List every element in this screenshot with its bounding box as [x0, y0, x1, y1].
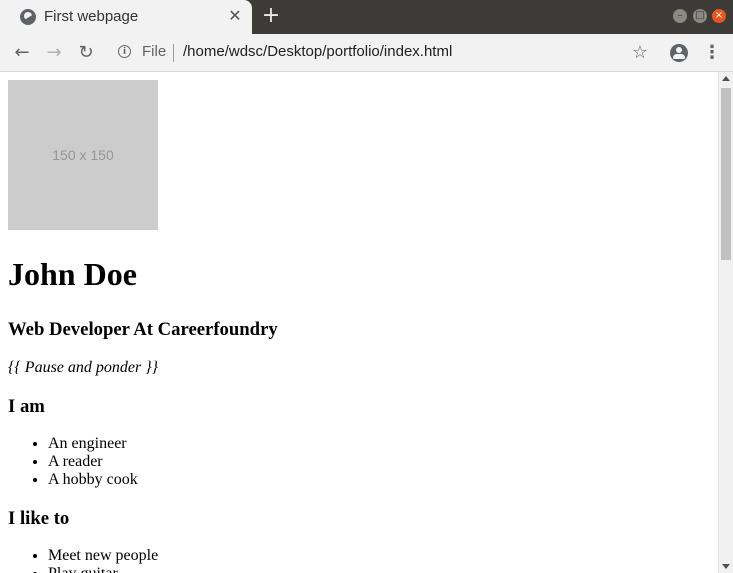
list-item: Play guitar [48, 565, 708, 573]
account-icon[interactable] [670, 44, 688, 62]
profile-image-placeholder: 150 x 150 [8, 80, 158, 230]
scroll-up-arrow-icon[interactable] [722, 76, 730, 81]
reload-icon[interactable]: ↻ [73, 40, 99, 66]
i-like-list: Meet new people Play guitar [8, 547, 708, 573]
page-title: John Doe [8, 256, 137, 292]
list-item: Meet new people [48, 547, 708, 565]
quote-text: {{ Pause and ponder }} [8, 359, 159, 376]
back-arrow-icon[interactable]: ← [9, 40, 35, 66]
scroll-down-arrow-icon[interactable] [722, 564, 730, 569]
maximize-icon[interactable]: □ [693, 9, 707, 23]
url-scheme-label[interactable]: File [142, 43, 166, 60]
forward-arrow-icon[interactable]: → [41, 40, 67, 66]
window-close-icon[interactable]: × [712, 9, 726, 23]
info-icon[interactable]: i [118, 45, 131, 58]
close-icon[interactable]: ✕ [226, 7, 244, 25]
globe-icon [20, 9, 36, 25]
star-icon[interactable]: ☆ [628, 40, 652, 66]
placeholder-label: 150 x 150 [52, 147, 114, 163]
page-content: 150 x 150 John Doe Web Developer At Care… [8, 80, 708, 573]
i-am-list: An engineer A reader A hobby cook [8, 435, 708, 489]
address-bar[interactable]: /home/wdsc/Desktop/portfolio/index.html [183, 43, 452, 60]
scrollbar-thumb[interactable] [721, 88, 731, 260]
browser-tab[interactable]: First webpage ✕ [0, 0, 252, 34]
plus-icon[interactable]: + [260, 5, 282, 27]
list-item: An engineer [48, 435, 708, 453]
list-item: A hobby cook [48, 471, 708, 489]
tab-title: First webpage [44, 8, 139, 25]
omnibox-divider [173, 44, 174, 62]
job-title: Web Developer At Careerfoundry [8, 319, 278, 340]
kebab-menu-icon[interactable]: ⋮ [703, 40, 721, 66]
vertical-scrollbar[interactable] [718, 72, 733, 573]
list-item: A reader [48, 453, 708, 471]
minimize-icon[interactable]: – [673, 9, 687, 23]
i-am-heading: I am [8, 396, 45, 417]
browser-toolbar: ← → ↻ i File /home/wdsc/Desktop/portfoli… [0, 34, 733, 72]
page-viewport: 150 x 150 John Doe Web Developer At Care… [0, 72, 718, 573]
i-like-heading: I like to [8, 508, 70, 529]
window-titlebar: First webpage ✕ + – □ × [0, 0, 733, 34]
